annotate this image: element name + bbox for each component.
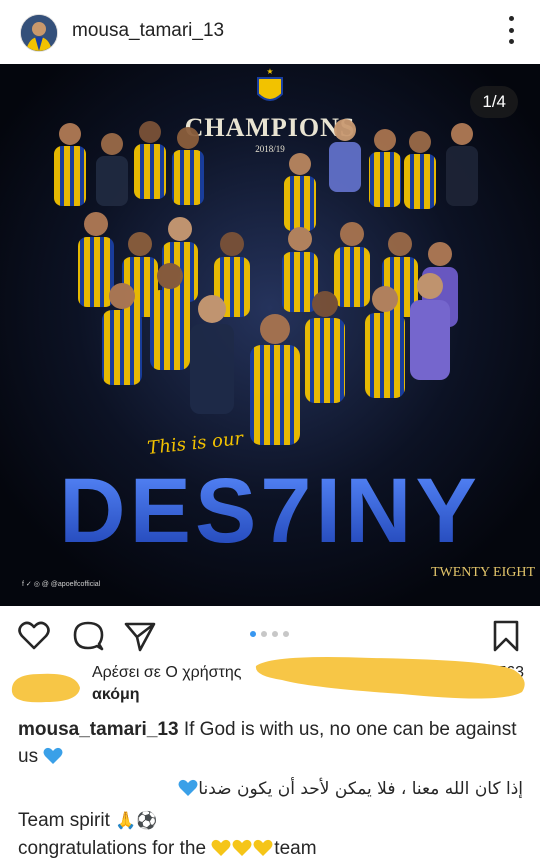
bookmark-icon[interactable]: [492, 620, 520, 652]
carousel-dot: [272, 631, 278, 637]
caption: mousa_tamari_13 If God is with us, no on…: [18, 716, 523, 862]
season-label: 2018/19: [255, 144, 285, 154]
post-header: mousa_tamari_13: [0, 0, 540, 64]
yellow-heart-icon: [253, 839, 273, 856]
destiny-title: DES7INY: [59, 460, 481, 562]
redaction-scribble: [255, 657, 525, 699]
brand-label: TWENTY EIGHT: [431, 565, 536, 580]
avatar[interactable]: [20, 14, 58, 52]
caption-congrats: congratulations for the: [18, 838, 212, 859]
likes-text: Αρέσει σε Ο χρήστης: [92, 664, 242, 681]
caption-line-1: mousa_tamari_13 If God is with us, no on…: [18, 716, 523, 770]
caption-arabic-line: إذا كان الله معنا ، فلا يمكن لأحد أن يكو…: [18, 776, 523, 803]
post-image[interactable]: ★ CHAMPIONS 2018/19 This is our DES7INY …: [0, 64, 540, 606]
yellow-heart-icon: [211, 839, 231, 856]
carousel-dot: [250, 631, 256, 637]
username[interactable]: mousa_tamari_13: [72, 20, 224, 42]
svg-text:★: ★: [266, 67, 273, 76]
caption-line-4: congratulations for the team: [18, 835, 523, 862]
blue-heart-icon: [178, 779, 198, 796]
carousel-dots: [250, 631, 289, 637]
caption-username[interactable]: mousa_tamari_13: [18, 719, 179, 740]
comment-icon[interactable]: [72, 620, 104, 652]
caption-team-spirit: Team spirit: [18, 810, 116, 831]
carousel-dot: [261, 631, 267, 637]
share-icon[interactable]: [124, 620, 156, 652]
caption-team: team: [274, 838, 317, 859]
champions-title: CHAMPIONS: [185, 113, 356, 142]
slide-counter: 1/4: [470, 86, 518, 118]
blue-heart-icon: [43, 747, 63, 764]
yellow-heart-icon: [232, 839, 252, 856]
heart-icon[interactable]: [18, 620, 50, 650]
likes-summary[interactable]: Αρέσει σε Ο χρήστης ακόμη 7 763: [11, 657, 528, 710]
caption-arabic: إذا كان الله معنا ، فلا يمكن لأحد أن يكو…: [198, 779, 523, 799]
redaction-scribble: [11, 673, 80, 703]
likes-more: ακόμη: [92, 686, 140, 703]
more-options-icon[interactable]: [506, 16, 516, 44]
carousel-dot: [283, 631, 289, 637]
caption-line-3: Team spirit 🙏⚽: [18, 807, 523, 835]
social-handles: f ✓ ◎ @ @apoelfcofficial: [22, 581, 101, 588]
prayer-ball-emoji: 🙏⚽: [115, 811, 158, 831]
